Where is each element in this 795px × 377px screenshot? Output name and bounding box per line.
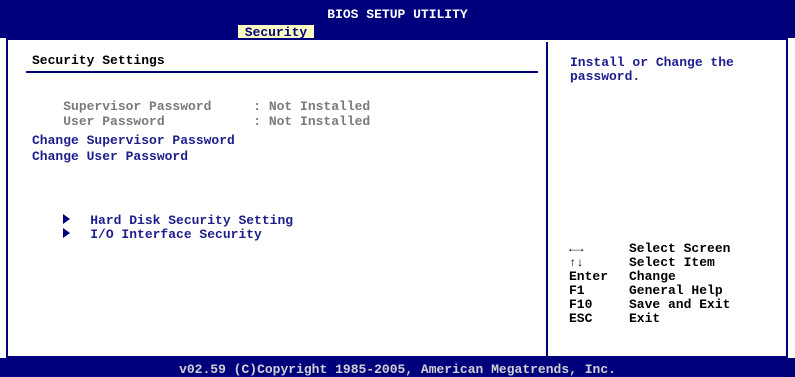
key-name: Enter [569,269,609,284]
field-value: : Not Installed [253,114,371,129]
key-action: Save and Exit [629,297,731,312]
left-right-arrows-icon: ←→ [569,242,584,256]
bios-screen: BIOS SETUP UTILITY Security Security Set… [0,0,795,377]
triangle-right-icon [63,228,71,238]
key-action: Select Item [629,255,715,270]
copyright-text: v02.59 (C)Copyright 1985-2005, American … [179,362,616,377]
change-user-password-item[interactable]: Change User Password [32,150,188,164]
key-row: ↑↓ Select Item [569,255,730,271]
section-title: Security Settings [32,53,165,68]
field-label: User Password [63,114,165,129]
key-name: F1 [569,283,585,298]
key-name: F10 [569,297,593,312]
help-text: Install or Change the password. [570,55,734,84]
panel-divider [546,42,548,358]
key-action: General Help [629,283,723,298]
key-action: Select Screen [629,241,731,256]
key-action: Change [629,269,676,284]
key-row: Enter Change [569,270,730,284]
app-title: BIOS SETUP UTILITY [327,7,468,22]
submenu-label: I/O Interface Security [90,227,262,242]
key-legend: ←→ Select Screen ↑↓ Select Item Enter Chang… [569,242,730,326]
key-row: F1 General Help [569,284,730,298]
key-name: ESC [569,311,593,326]
up-down-arrows-icon: ↑↓ [569,256,584,270]
key-row: F10 Save and Exit [569,298,730,312]
key-row: ESC Exit [569,312,730,326]
change-supervisor-password-item[interactable]: Change Supervisor Password [32,134,235,148]
section-title-underline [26,71,538,73]
submenu-io-interface-security[interactable]: I/O Interface Security [32,214,262,256]
key-action: Exit [629,311,661,326]
key-row: ←→ Select Screen [569,241,731,257]
